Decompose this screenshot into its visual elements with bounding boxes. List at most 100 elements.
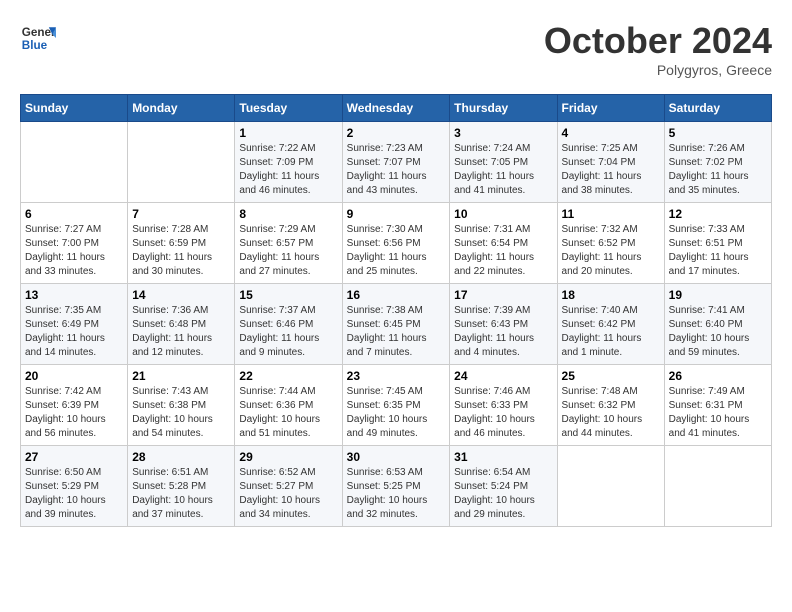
- day-number: 28: [132, 450, 230, 464]
- day-cell: 17 Sunrise: 7:39 AM Sunset: 6:43 PM Dayli…: [450, 284, 557, 365]
- day-number: 18: [562, 288, 660, 302]
- day-number: 10: [454, 207, 552, 221]
- day-number: 14: [132, 288, 230, 302]
- day-cell: 8 Sunrise: 7:29 AM Sunset: 6:57 PM Daylig…: [235, 203, 342, 284]
- day-number: 3: [454, 126, 552, 140]
- day-number: 25: [562, 369, 660, 383]
- header-row: SundayMondayTuesdayWednesdayThursdayFrid…: [21, 95, 772, 122]
- day-content: Sunrise: 7:37 AM Sunset: 6:46 PM Dayligh…: [239, 304, 337, 360]
- day-cell: 26 Sunrise: 7:49 AM Sunset: 6:31 PM Dayli…: [664, 365, 771, 446]
- day-cell: [128, 122, 235, 203]
- day-content: Sunrise: 7:23 AM Sunset: 7:07 PM Dayligh…: [347, 142, 446, 198]
- day-cell: 19Sunrise: 7:41 AM Sunset: 6:40 PM Dayli…: [664, 284, 771, 365]
- day-cell: 15Sunrise: 7:37 AM Sunset: 6:46 PM Dayli…: [235, 284, 342, 365]
- day-content: Sunrise: 6:50 AM Sunset: 5:29 PM Dayligh…: [25, 466, 123, 522]
- title-block: October 2024 Polygyros, Greece: [544, 20, 772, 78]
- day-number: 27: [25, 450, 123, 464]
- day-content: Sunrise: 6:54 AM Sunset: 5:24 PM Dayligh…: [454, 466, 552, 522]
- day-cell: 28 Sunrise: 6:51 AM Sunset: 5:28 PM Dayli…: [128, 446, 235, 527]
- day-cell: [664, 446, 771, 527]
- day-cell: 23Sunrise: 7:45 AM Sunset: 6:35 PM Dayli…: [342, 365, 450, 446]
- day-number: 16: [347, 288, 446, 302]
- page-header: General Blue October 2024 Polygyros, Gre…: [20, 20, 772, 78]
- subtitle: Polygyros, Greece: [544, 62, 772, 78]
- day-content: Sunrise: 7:42 AM Sunset: 6:39 PM Dayligh…: [25, 385, 123, 441]
- svg-text:Blue: Blue: [22, 39, 48, 52]
- day-cell: 14Sunrise: 7:36 AM Sunset: 6:48 PM Dayli…: [128, 284, 235, 365]
- day-content: Sunrise: 7:26 AM Sunset: 7:02 PM Dayligh…: [669, 142, 767, 198]
- day-cell: 9 Sunrise: 7:30 AM Sunset: 6:56 PM Daylig…: [342, 203, 450, 284]
- day-cell: 29 Sunrise: 6:52 AM Sunset: 5:27 PM Dayli…: [235, 446, 342, 527]
- day-number: 26: [669, 369, 767, 383]
- day-content: Sunrise: 7:35 AM Sunset: 6:49 PM Dayligh…: [25, 304, 123, 360]
- day-cell: 7Sunrise: 7:28 AM Sunset: 6:59 PM Daylig…: [128, 203, 235, 284]
- day-cell: 27 Sunrise: 6:50 AM Sunset: 5:29 PM Dayli…: [21, 446, 128, 527]
- day-number: 1: [239, 126, 337, 140]
- day-content: Sunrise: 7:24 AM Sunset: 7:05 PM Dayligh…: [454, 142, 552, 198]
- logo-icon: General Blue: [20, 20, 56, 56]
- day-header-tuesday: Tuesday: [235, 95, 342, 122]
- day-content: Sunrise: 7:31 AM Sunset: 6:54 PM Dayligh…: [454, 223, 552, 279]
- day-header-saturday: Saturday: [664, 95, 771, 122]
- day-content: Sunrise: 6:53 AM Sunset: 5:25 PM Dayligh…: [347, 466, 446, 522]
- day-number: 12: [669, 207, 767, 221]
- day-content: Sunrise: 7:44 AM Sunset: 6:36 PM Dayligh…: [239, 385, 337, 441]
- day-number: 11: [562, 207, 660, 221]
- day-cell: 16Sunrise: 7:38 AM Sunset: 6:45 PM Dayli…: [342, 284, 450, 365]
- day-number: 22: [239, 369, 337, 383]
- day-cell: 20Sunrise: 7:42 AM Sunset: 6:39 PM Dayli…: [21, 365, 128, 446]
- day-cell: 6Sunrise: 7:27 AM Sunset: 7:00 PM Daylig…: [21, 203, 128, 284]
- day-content: Sunrise: 6:51 AM Sunset: 5:28 PM Dayligh…: [132, 466, 230, 522]
- day-cell: 3 Sunrise: 7:24 AM Sunset: 7:05 PM Daylig…: [450, 122, 557, 203]
- day-content: Sunrise: 7:39 AM Sunset: 6:43 PM Dayligh…: [454, 304, 552, 360]
- day-cell: 10 Sunrise: 7:31 AM Sunset: 6:54 PM Dayli…: [450, 203, 557, 284]
- day-content: Sunrise: 7:30 AM Sunset: 6:56 PM Dayligh…: [347, 223, 446, 279]
- day-cell: 13 Sunrise: 7:35 AM Sunset: 6:49 PM Dayli…: [21, 284, 128, 365]
- day-content: Sunrise: 7:27 AM Sunset: 7:00 PM Dayligh…: [25, 223, 123, 279]
- day-content: Sunrise: 7:49 AM Sunset: 6:31 PM Dayligh…: [669, 385, 767, 441]
- day-cell: 12Sunrise: 7:33 AM Sunset: 6:51 PM Dayli…: [664, 203, 771, 284]
- day-header-friday: Friday: [557, 95, 664, 122]
- day-number: 5: [669, 126, 767, 140]
- day-cell: 21Sunrise: 7:43 AM Sunset: 6:38 PM Dayli…: [128, 365, 235, 446]
- calendar-table: SundayMondayTuesdayWednesdayThursdayFrid…: [20, 94, 772, 527]
- day-cell: 24Sunrise: 7:46 AM Sunset: 6:33 PM Dayli…: [450, 365, 557, 446]
- day-cell: 1 Sunrise: 7:22 AM Sunset: 7:09 PM Daylig…: [235, 122, 342, 203]
- day-number: 19: [669, 288, 767, 302]
- day-cell: [21, 122, 128, 203]
- day-number: 2: [347, 126, 446, 140]
- month-title: October 2024: [544, 20, 772, 62]
- day-content: Sunrise: 7:28 AM Sunset: 6:59 PM Dayligh…: [132, 223, 230, 279]
- logo: General Blue: [20, 20, 56, 56]
- day-number: 31: [454, 450, 552, 464]
- day-content: Sunrise: 6:52 AM Sunset: 5:27 PM Dayligh…: [239, 466, 337, 522]
- day-cell: 2 Sunrise: 7:23 AM Sunset: 7:07 PM Daylig…: [342, 122, 450, 203]
- day-number: 8: [239, 207, 337, 221]
- week-row-2: 6Sunrise: 7:27 AM Sunset: 7:00 PM Daylig…: [21, 203, 772, 284]
- day-header-wednesday: Wednesday: [342, 95, 450, 122]
- day-content: Sunrise: 7:29 AM Sunset: 6:57 PM Dayligh…: [239, 223, 337, 279]
- day-number: 29: [239, 450, 337, 464]
- day-cell: 11Sunrise: 7:32 AM Sunset: 6:52 PM Dayli…: [557, 203, 664, 284]
- day-number: 30: [347, 450, 446, 464]
- day-number: 13: [25, 288, 123, 302]
- day-content: Sunrise: 7:43 AM Sunset: 6:38 PM Dayligh…: [132, 385, 230, 441]
- day-number: 9: [347, 207, 446, 221]
- week-row-4: 20Sunrise: 7:42 AM Sunset: 6:39 PM Dayli…: [21, 365, 772, 446]
- day-number: 17: [454, 288, 552, 302]
- day-header-monday: Monday: [128, 95, 235, 122]
- day-header-thursday: Thursday: [450, 95, 557, 122]
- day-number: 24: [454, 369, 552, 383]
- day-content: Sunrise: 7:45 AM Sunset: 6:35 PM Dayligh…: [347, 385, 446, 441]
- day-cell: 22 Sunrise: 7:44 AM Sunset: 6:36 PM Dayli…: [235, 365, 342, 446]
- day-cell: 30 Sunrise: 6:53 AM Sunset: 5:25 PM Dayli…: [342, 446, 450, 527]
- day-content: Sunrise: 7:22 AM Sunset: 7:09 PM Dayligh…: [239, 142, 337, 198]
- week-row-1: 1 Sunrise: 7:22 AM Sunset: 7:09 PM Daylig…: [21, 122, 772, 203]
- day-cell: 5 Sunrise: 7:26 AM Sunset: 7:02 PM Daylig…: [664, 122, 771, 203]
- day-cell: 18 Sunrise: 7:40 AM Sunset: 6:42 PM Dayli…: [557, 284, 664, 365]
- day-cell: 25 Sunrise: 7:48 AM Sunset: 6:32 PM Dayli…: [557, 365, 664, 446]
- day-content: Sunrise: 7:48 AM Sunset: 6:32 PM Dayligh…: [562, 385, 660, 441]
- day-cell: 4Sunrise: 7:25 AM Sunset: 7:04 PM Daylig…: [557, 122, 664, 203]
- day-number: 4: [562, 126, 660, 140]
- day-content: Sunrise: 7:40 AM Sunset: 6:42 PM Dayligh…: [562, 304, 660, 360]
